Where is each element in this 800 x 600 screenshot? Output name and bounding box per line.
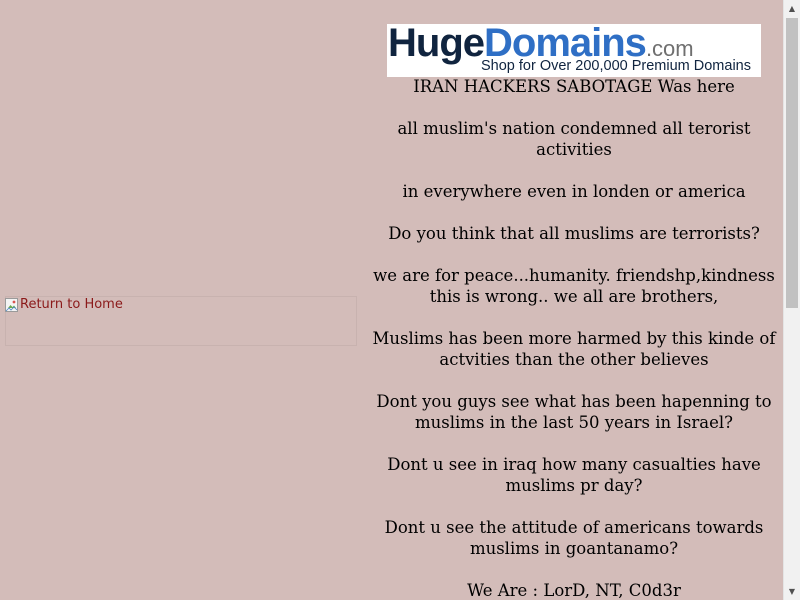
arrow-down-icon[interactable]: ▼ — [784, 583, 800, 600]
return-to-home-alt-text[interactable]: Return to Home — [20, 297, 123, 313]
defacement-message: IRAN HACKERS SABOTAGE Was here all musli… — [366, 76, 782, 600]
arrow-up-icon[interactable]: ▲ — [784, 0, 800, 17]
message-line: all muslim's nation condemned all terori… — [397, 119, 751, 159]
message-signature: We Are : LorD, NT, C0d3r — [467, 581, 681, 600]
message-line: IRAN HACKERS SABOTAGE Was here — [413, 77, 735, 96]
banner-tagline: Shop for Over 200,000 Premium Domains — [481, 58, 751, 74]
hugedomains-banner[interactable]: HugeDomains.com Shop for Over 200,000 Pr… — [387, 24, 761, 77]
vertical-scrollbar[interactable]: ▲ ▼ — [783, 0, 800, 600]
return-to-home-link[interactable]: Return to Home — [5, 297, 123, 313]
message-line: in everywhere even in londen or america — [402, 182, 746, 201]
message-line: we are for peace...humanity. friendshp,k… — [373, 266, 775, 306]
message-line: Dont you guys see what has been hapennin… — [376, 392, 772, 432]
message-line: Dont u see the attitude of americans tow… — [384, 518, 764, 558]
broken-image-icon — [5, 298, 19, 312]
message-line: Do you think that all muslims are terror… — [388, 224, 760, 243]
scrollbar-thumb[interactable] — [786, 18, 798, 308]
message-line: Muslims has been more harmed by this kin… — [372, 329, 776, 369]
message-line: Dont u see in iraq how many casualties h… — [387, 455, 761, 495]
page-viewport: Return to Home HugeDomains.com Shop for … — [0, 0, 783, 600]
